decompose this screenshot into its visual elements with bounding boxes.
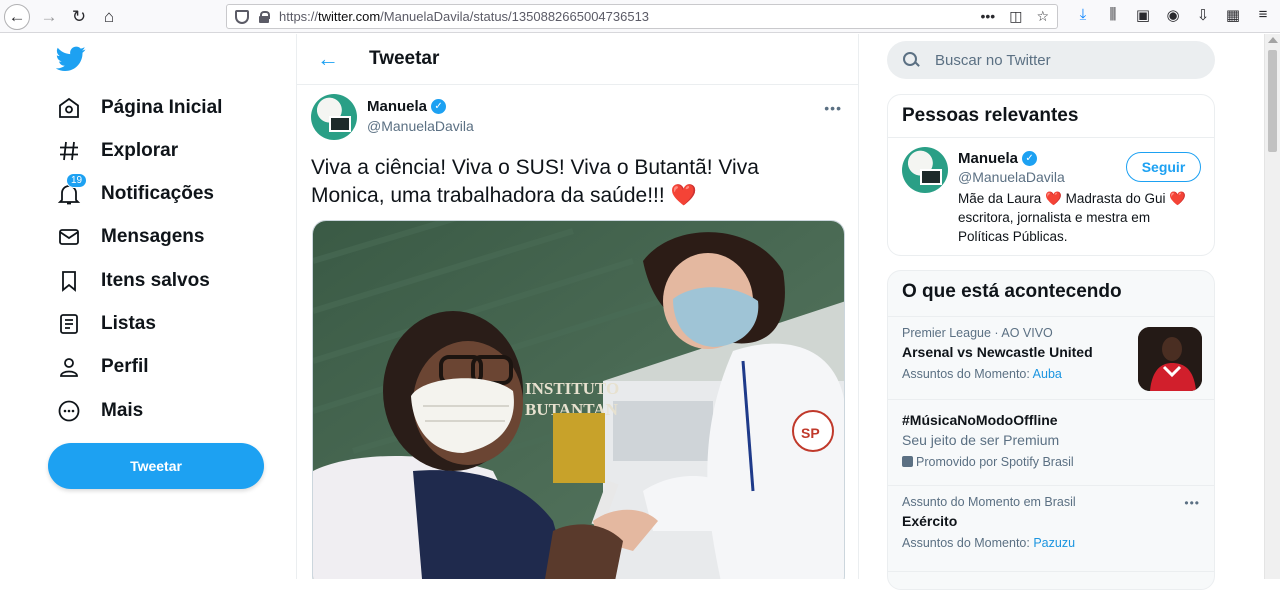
card-title: O que está acontecendo <box>902 281 1122 302</box>
promoted-icon <box>902 456 913 467</box>
bookmark-icon <box>56 268 82 294</box>
author-handle[interactable]: @ManuelaDavila <box>367 118 474 134</box>
verified-badge-icon: ✓ <box>431 99 447 114</box>
reload-icon[interactable]: ↻ <box>66 4 92 30</box>
page-scrollbar[interactable] <box>1264 34 1280 579</box>
url-bar[interactable]: https://twitter.com/ManuelaDavila/status… <box>226 4 1058 29</box>
envelope-icon <box>56 224 82 250</box>
star-icon[interactable]: ☆ <box>1036 8 1049 25</box>
notification-badge: 19 <box>66 173 88 188</box>
search-placeholder: Buscar no Twitter <box>935 51 1051 69</box>
download-arrow-icon[interactable]: ⇩ <box>1194 6 1212 24</box>
browser-toolbar: ← → ↻ ⌂ https://twitter.com/ManuelaDavil… <box>0 0 1280 33</box>
heart-emoji-icon: ❤️ <box>670 184 697 207</box>
verified-badge-icon: ✓ <box>1022 151 1038 166</box>
lock-icon[interactable] <box>259 10 270 23</box>
list-icon <box>56 311 82 337</box>
avatar[interactable] <box>902 147 948 193</box>
trend-meta: Assunto do Momento em Brasil <box>902 495 1076 509</box>
tweet-image[interactable]: INSTITUTO BUTANTAN SP <box>312 220 845 579</box>
trends-card: O que está acontecendo Premier League · … <box>887 270 1215 590</box>
heart-emoji-icon: ❤️ <box>1169 191 1187 206</box>
image-sign-line1: INSTITUTO <box>525 379 619 398</box>
avatar[interactable] <box>311 94 357 140</box>
home-icon <box>56 95 82 121</box>
person-icon <box>56 354 82 380</box>
tweet-text: Viva a ciência! Viva o SUS! Viva o Butan… <box>311 156 759 207</box>
nav-home[interactable]: Página Inicial <box>56 93 222 123</box>
trend-link[interactable]: Auba <box>1033 367 1062 381</box>
follow-button[interactable]: Seguir <box>1126 152 1201 182</box>
nav-label: Explorar <box>101 140 179 161</box>
tweet-button[interactable]: Tweetar <box>48 443 264 489</box>
trend-item[interactable] <box>888 571 1214 589</box>
search-icon <box>903 52 919 68</box>
nav-profile[interactable]: Perfil <box>56 352 149 382</box>
nav-lists[interactable]: Listas <box>56 309 156 339</box>
trend-item[interactable]: Premier League · AO VIVO Arsenal vs Newc… <box>888 316 1214 399</box>
nav-label: Perfil <box>101 356 149 377</box>
nav-messages[interactable]: Mensagens <box>56 222 204 252</box>
nav-label: Mensagens <box>101 226 205 247</box>
card-title: Pessoas relevantes <box>888 95 1214 138</box>
search-input[interactable]: Buscar no Twitter <box>887 41 1215 79</box>
nav-label: Notificações <box>101 183 214 204</box>
tweet-author[interactable]: Manuela ✓ @ManuelaDavila <box>311 94 474 140</box>
nav-explore[interactable]: Explorar <box>56 136 178 166</box>
trend-subtitle: Seu jeito de ser Premium <box>902 432 1060 448</box>
trend-title: Exército <box>902 513 958 529</box>
nav-more[interactable]: Mais <box>56 396 143 426</box>
author-name[interactable]: Manuela ✓ <box>367 98 474 115</box>
trend-footer: Assuntos do Momento: Pazuzu <box>902 536 1076 550</box>
url-text[interactable]: https://twitter.com/ManuelaDavila/status… <box>279 9 649 24</box>
person-handle[interactable]: @ManuelaDavila <box>958 169 1065 185</box>
scroll-up-arrow-icon[interactable] <box>1268 37 1278 43</box>
bell-icon: 19 <box>56 173 88 207</box>
person-name[interactable]: Manuela ✓ <box>958 150 1038 167</box>
nav-label: Itens salvos <box>101 270 210 291</box>
trend-link[interactable]: Pazuzu <box>1033 536 1075 550</box>
extension-icon[interactable]: ▦ <box>1224 6 1242 24</box>
page-actions-icon[interactable]: ••• <box>980 8 995 25</box>
relevant-people-card: Pessoas relevantes Manuela ✓ @ManuelaDav… <box>887 94 1215 256</box>
more-circle-icon <box>56 398 82 424</box>
more-options-icon[interactable]: ••• <box>1184 496 1200 510</box>
account-icon[interactable]: ◉ <box>1164 6 1182 24</box>
tracking-shield-icon[interactable] <box>235 9 249 24</box>
back-arrow-icon[interactable]: ← <box>4 4 30 30</box>
pocket-icon[interactable]: ◫ <box>1009 8 1022 25</box>
nav-notifications[interactable]: 19 Notificações <box>56 173 214 209</box>
trend-item[interactable]: Assunto do Momento em Brasil Exército As… <box>888 485 1214 571</box>
image-emblem: SP <box>801 425 820 441</box>
back-arrow-icon[interactable]: ← <box>317 46 339 72</box>
trend-title: #MúsicaNoModoOffline <box>902 412 1058 428</box>
right-sidebar: Buscar no Twitter Pessoas relevantes Man… <box>859 34 1280 590</box>
left-sidebar: Página Inicial Explorar 19 Notificações … <box>0 34 296 579</box>
main-column: ← Tweetar Manuela ✓ @ManuelaDavila ••• V… <box>296 34 859 579</box>
twitter-bird-icon[interactable] <box>56 46 86 72</box>
main-header: ← Tweetar <box>297 34 858 85</box>
nav-bookmarks[interactable]: Itens salvos <box>56 266 210 296</box>
person-bio: Mãe da Laura ❤️ Madrasta do Gui ❤️ escri… <box>958 191 1187 244</box>
library-icon[interactable]: ⫼ <box>1104 6 1122 24</box>
forward-arrow-icon[interactable]: → <box>36 4 62 30</box>
hashtag-icon <box>56 138 82 164</box>
sidebar-icon[interactable]: ▣ <box>1134 6 1152 24</box>
more-options-icon[interactable]: ••• <box>824 100 842 116</box>
heart-emoji-icon: ❤️ <box>1045 191 1062 206</box>
trend-thumbnail[interactable] <box>1138 327 1202 391</box>
trend-footer: Promovido por Spotify Brasil <box>902 455 1202 469</box>
scroll-thumb[interactable] <box>1268 50 1277 152</box>
nav-label: Mais <box>101 400 144 421</box>
nav-label: Página Inicial <box>101 97 223 118</box>
trend-item[interactable]: #MúsicaNoModoOffline Seu jeito de ser Pr… <box>888 399 1214 485</box>
menu-icon[interactable]: ≡ <box>1254 6 1272 24</box>
nav-label: Listas <box>101 313 156 334</box>
page-title: Tweetar <box>369 48 440 69</box>
download-icon[interactable]: ⤓ <box>1074 6 1092 24</box>
home-icon[interactable]: ⌂ <box>96 4 122 30</box>
